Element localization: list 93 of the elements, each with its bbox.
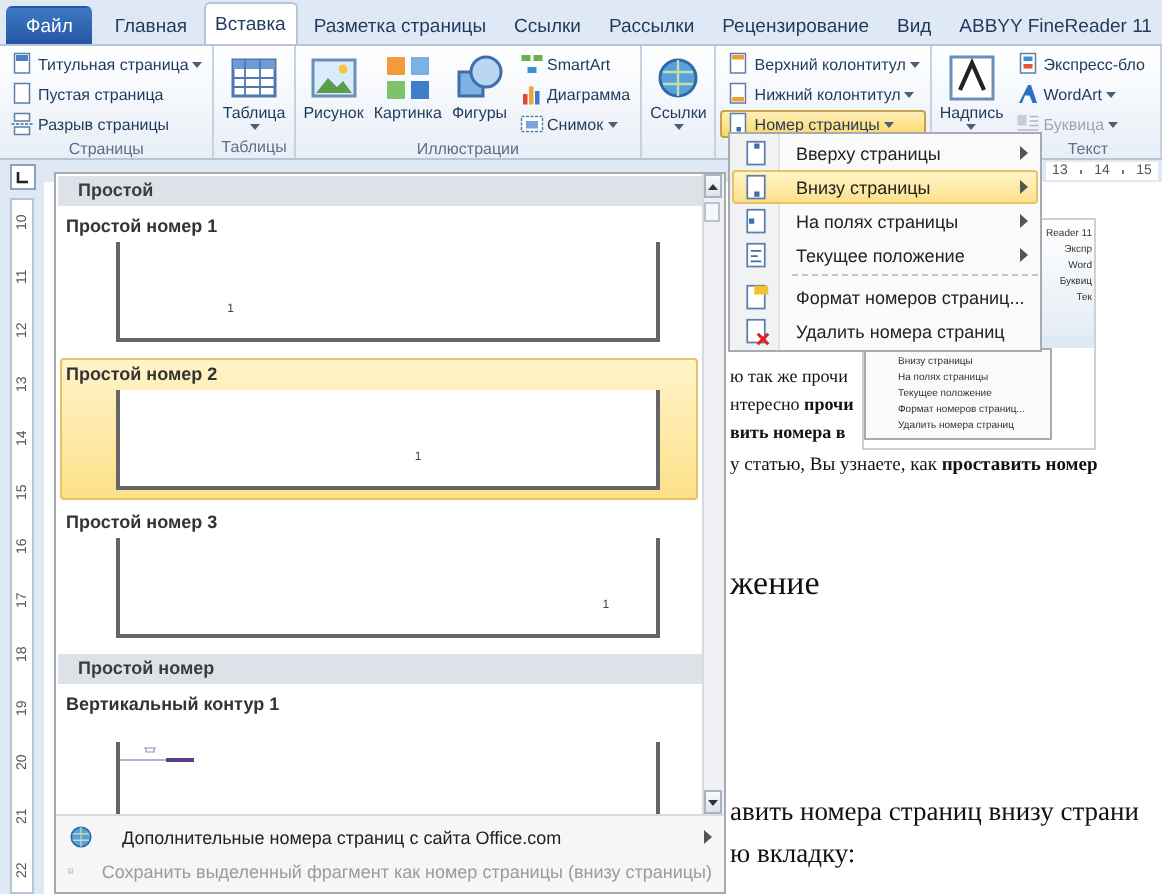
tab-selector-button[interactable] [9,164,35,190]
caret-icon [904,91,915,97]
ribbon-button[interactable]: Надпись [935,50,1008,138]
down-arrow-icon [708,799,718,805]
menu-item[interactable]: Текущее положение [732,238,1038,272]
gallery-section-header: Простой номер [58,654,702,684]
submenu-arrow-icon [704,830,712,844]
diagram-icon [519,52,544,76]
clipart-icon [383,54,432,102]
caret-icon [192,61,203,67]
gallery-item-label: Вертикальный контур 1 [66,694,282,714]
document-text: ю так же прочи [730,366,850,386]
ribbon-button[interactable]: Картинка [369,50,446,138]
wordart-icon [1015,82,1040,106]
ribbon-tab[interactable]: Рецензирование [710,6,881,44]
ribbon-button[interactable]: Разрыв страницы [4,110,209,138]
ribbon-button[interactable]: Экспресс-бло [1009,50,1151,78]
document-text: ю вкладку: [730,838,858,870]
ribbon-tab[interactable]: Рассылки [596,6,707,44]
header-icon [726,52,751,76]
caret-icon [673,124,684,130]
submenu-arrow-icon [1020,214,1028,228]
menu-item[interactable]: На полях страницы [732,204,1038,238]
scroll-up-button[interactable] [704,174,722,198]
ribbon-button[interactable]: Верхний колонтитул [720,50,926,78]
document-text: авить номера страниц внизу страни [730,796,1141,828]
gallery-section-header: Простой [58,176,702,206]
footer-icon [726,82,751,106]
menu-item[interactable]: Удалить номера страниц [732,314,1038,348]
ribbon-tab[interactable]: Главная [102,6,200,44]
scroll-down-button[interactable] [704,790,722,814]
globe-icon [68,824,94,850]
ribbon-button[interactable]: SmartArt [513,50,637,78]
document-text: у статью, Вы узнаете, как проставить номер [730,456,1100,476]
ribbon-button[interactable]: Рисунок [299,50,368,138]
caret-icon [1105,91,1116,97]
gallery-item-label: Простой номер 3 [66,512,220,532]
ribbon-button[interactable]: WordArt [1009,80,1151,108]
group-label: Таблицы [219,136,289,158]
caret-icon [607,121,618,127]
page-top-icon [742,139,770,167]
ribbon-button[interactable]: Нижний колонтитул [720,80,926,108]
group-label: Страницы [66,138,146,160]
scrollbar-thumb[interactable] [704,202,720,222]
ribbon-tab[interactable]: Разметка страницы [301,6,499,44]
group-label: Иллюстрации [414,138,521,160]
text-box-icon [947,54,996,102]
gallery-item[interactable]: Вертикальный контур 1 [60,688,698,814]
cover-page-icon [10,52,34,76]
page-break-icon [10,112,34,136]
ribbon-tab[interactable]: Ссылки [502,6,593,44]
document-text: нтересно прочи [730,394,856,414]
ribbon-button[interactable]: Таблица [218,50,290,136]
delete-icon [742,317,770,345]
menu-item[interactable]: Формат номеров страниц... [732,280,1038,314]
caret-icon [883,121,894,127]
table-icon [230,54,279,102]
page-margin-icon [742,207,770,235]
caret-icon [249,124,260,130]
ribbon-button[interactable]: Снимок [513,110,637,138]
ribbon-button[interactable]: Фигуры [447,50,512,138]
group-label: Текст [1067,138,1108,160]
ribbon-tab[interactable]: Вставка [203,2,298,44]
page-number-icon [726,112,751,136]
submenu-arrow-icon [1020,146,1028,160]
ribbon-button[interactable]: Пустая страница [4,80,209,108]
document-heading: жение [730,564,822,604]
blank-page-icon [10,82,34,106]
document-text: вить номера в [730,422,848,442]
ribbon-button[interactable]: Диаграмма [513,80,637,108]
menu-item[interactable]: Внизу страницы [732,170,1038,204]
picture-icon [309,54,358,102]
ribbon-button[interactable]: Титульная страница [4,50,209,78]
caret-icon [909,61,920,67]
gallery-item-label: Простой номер 2 [66,364,220,384]
ribbon-tab[interactable]: Вид [884,6,944,44]
drop-cap-icon [1015,112,1040,136]
file-tab[interactable]: Файл [6,6,93,44]
ribbon-button[interactable]: Ссылки [646,50,711,136]
menu-item[interactable]: Дополнительные номера страниц с сайта Office.com [56,820,724,854]
screenshot-icon [519,112,544,136]
globe-icon [654,54,703,102]
page-bottom-icon [742,173,770,201]
tab-stop-icon [16,171,28,183]
gallery-item-label: Простой номер 1 [66,216,220,236]
up-arrow-icon [708,183,718,189]
submenu-arrow-icon [1020,248,1028,262]
menu-item[interactable]: Вверху страницы [732,136,1038,170]
bar-chart-icon [519,82,544,106]
shapes-icon [455,54,504,102]
caret-icon [1108,121,1119,127]
ribbon-tab[interactable]: ABBYY FineReader 11 [947,6,1162,44]
submenu-arrow-icon [1020,180,1028,194]
